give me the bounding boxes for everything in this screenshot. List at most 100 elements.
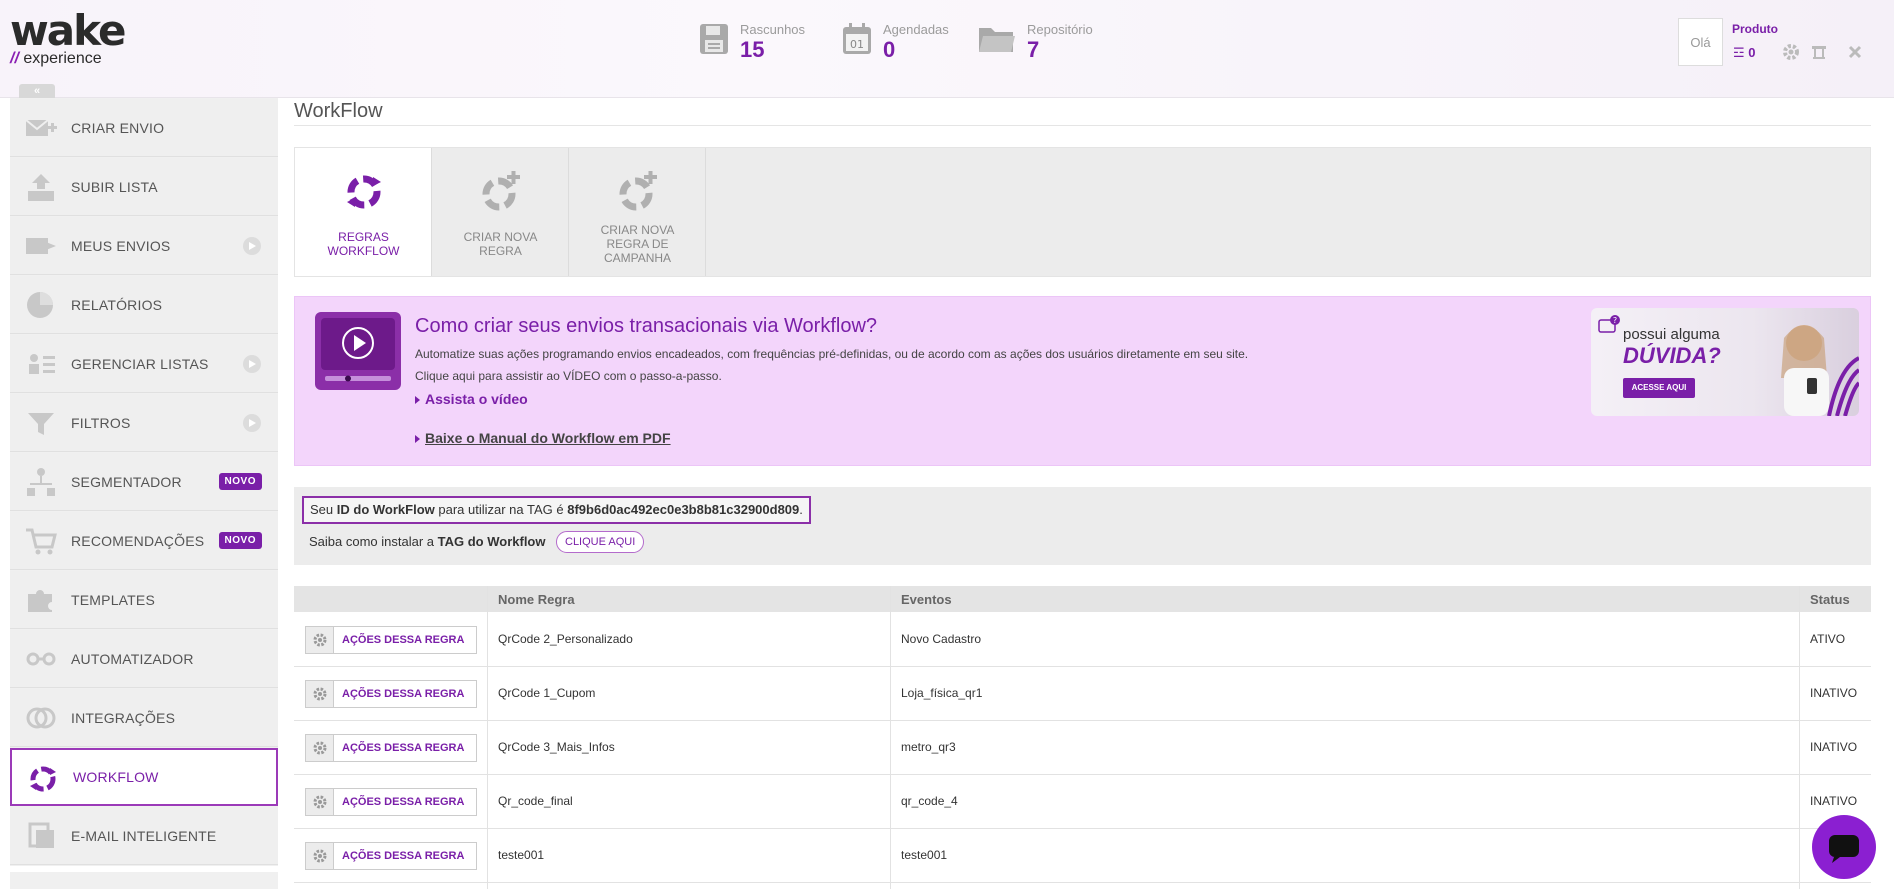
calendar-icon: 01: [843, 23, 871, 54]
tab-label: REGRAS WORKFLOW: [327, 230, 400, 258]
video-thumbnail[interactable]: [315, 312, 401, 390]
rss-count: 0: [1748, 45, 1756, 60]
gear-icon: [306, 843, 334, 869]
monitor-icon[interactable]: [1810, 43, 1828, 61]
product-label[interactable]: Produto: [1732, 22, 1778, 36]
svg-text:01: 01: [850, 38, 864, 51]
rule-status: INATIVO: [1810, 686, 1858, 700]
ad-doubt-title: DÚVIDA?: [1623, 343, 1721, 368]
workflow-add-icon: [482, 171, 520, 211]
users-list-icon: [29, 354, 55, 374]
woman-with-phone-illustration: [1781, 325, 1859, 416]
expand-arrow-icon[interactable]: [243, 236, 261, 255]
table-header: Nome Regra Eventos Status: [294, 586, 1871, 612]
rule-status: INATIVO: [1810, 740, 1858, 754]
rule-actions-button[interactable]: AÇÕES DESSA REGRA: [305, 734, 477, 762]
table-row: AÇÕES DESSA REGRA QrCode 3_Mais_Infos me…: [294, 721, 1871, 775]
sidebar-item-segmentador[interactable]: SEGMENTADOR NOVO: [10, 453, 278, 511]
sidebar-item-workflow[interactable]: WORKFLOW: [10, 748, 278, 806]
ad-access-button[interactable]: ACESSE AQUI: [1623, 378, 1695, 398]
stat-repositorio[interactable]: Repositório 7: [977, 22, 1093, 66]
stat-value: 7: [1027, 37, 1040, 62]
sidebar-item-automatizador[interactable]: AUTOMATIZADOR: [10, 630, 278, 688]
sidebar-item-filtros[interactable]: FILTROS: [10, 394, 278, 452]
watch-video-link[interactable]: Assista o vídeo: [415, 391, 528, 407]
new-badge: NOVO: [218, 473, 262, 490]
sidebar-item-integracoes[interactable]: INTEGRAÇÕES: [10, 689, 278, 747]
sidebar-item-email-inteligente[interactable]: E-MAIL INTELIGENTE: [10, 807, 278, 865]
banner-video-hint: Clique aqui para assistir ao VÍDEO com o…: [415, 369, 722, 383]
sidebar-item-gerenciar-listas[interactable]: GERENCIAR LISTAS: [10, 335, 278, 393]
sidebar-item-subir-lista[interactable]: SUBIR LISTA: [10, 158, 278, 216]
gear-icon: [306, 735, 334, 761]
rss-icon: ☲: [1733, 45, 1745, 60]
gear-icon[interactable]: [1782, 43, 1800, 61]
column-divider: [890, 586, 891, 889]
smart-email-icon: [28, 822, 54, 848]
user-greeting[interactable]: Olá: [1678, 18, 1723, 66]
page-title: WorkFlow: [294, 100, 383, 122]
sidebar-item-label: INTEGRAÇÕES: [71, 709, 176, 726]
tab-criar-nova-regra-campanha[interactable]: CRIAR NOVA REGRA DE CAMPANHA: [569, 148, 706, 276]
sidebar-item-criar-envio[interactable]: CRIAR ENVIO: [10, 99, 278, 157]
rule-events: Loja_física_qr1: [901, 686, 983, 700]
upload-list-icon: [28, 174, 54, 201]
pie-chart-icon: [27, 292, 53, 318]
rss-counter[interactable]: ☲ 0: [1733, 45, 1756, 61]
tab-regras-workflow[interactable]: REGRAS WORKFLOW: [295, 148, 432, 276]
stat-label: Rascunhos: [740, 22, 806, 37]
rule-actions-button[interactable]: AÇÕES DESSA REGRA: [305, 626, 477, 654]
rings-icon: [26, 707, 56, 729]
sidebar-collapse-button[interactable]: «: [19, 84, 55, 98]
title-divider: [294, 125, 1871, 126]
rule-events: qr_code_4: [901, 794, 958, 808]
workflow-icon: [347, 175, 381, 209]
table-row: AÇÕES DESSA REGRA Qr_code_final qr_code_…: [294, 775, 1871, 829]
expand-arrow-icon[interactable]: [243, 413, 261, 432]
new-badge: NOVO: [218, 532, 262, 549]
tab-criar-nova-regra[interactable]: CRIAR NOVA REGRA: [432, 148, 569, 276]
sidebar-item-relatorios[interactable]: RELATÓRIOS: [10, 276, 278, 334]
rule-events: Novo Cadastro: [901, 632, 982, 646]
sidebar-item-meus-envios[interactable]: MEUS ENVIOS: [10, 217, 278, 275]
folder-icon: [979, 28, 1015, 52]
clique-aqui-button[interactable]: CLIQUE AQUI: [556, 531, 645, 553]
sidebar-item-templates[interactable]: TEMPLATES: [10, 571, 278, 629]
sidebar-item-label: AUTOMATIZADOR: [71, 650, 194, 667]
workflow-id-value[interactable]: 8f9b6d0ac492ec0e3b8b81c32900d809: [567, 502, 799, 517]
workflow-icon: [30, 766, 56, 792]
column-divider: [487, 586, 488, 889]
gear-icon: [306, 627, 334, 653]
column-header-name[interactable]: Nome Regra: [498, 592, 575, 607]
close-icon[interactable]: [1846, 43, 1864, 61]
table-row: AÇÕES DESSA REGRA QrCode 2_Personalizado…: [294, 613, 1871, 667]
rule-actions-button[interactable]: AÇÕES DESSA REGRA: [305, 788, 477, 816]
logo-wordmark: wake: [10, 6, 126, 55]
workflow-id-line: Seu ID do WorkFlow para utilizar na TAG …: [302, 496, 811, 524]
stat-agendadas[interactable]: 01 Agendadas 0: [841, 22, 949, 66]
column-header-status[interactable]: Status: [1810, 592, 1850, 607]
sidebar-item-label: RECOMENDAÇÕES: [71, 532, 205, 549]
help-ad-banner[interactable]: ? possui alguma DÚVIDA? ACESSE AQUI: [1591, 308, 1859, 416]
floppy-icon: [700, 24, 728, 54]
caret-right-icon: [415, 396, 420, 405]
wake-logo[interactable]: wake // experience: [10, 10, 130, 70]
expand-arrow-icon[interactable]: [243, 354, 261, 373]
table-row: AÇÕES DESSA REGRA QrCode 1_Cupom Loja_fí…: [294, 667, 1871, 721]
stat-rascunhos[interactable]: Rascunhos 15: [698, 22, 805, 66]
workflow-tabs: REGRAS WORKFLOW CRIAR NOVA REGRA CRIAR NOV…: [294, 147, 1871, 277]
sidebar-item-label: FILTROS: [71, 414, 131, 431]
rule-status: INATIVO: [1810, 794, 1858, 808]
chat-widget-button[interactable]: [1812, 815, 1876, 879]
logo-slashes: //: [10, 50, 19, 67]
rule-actions-button[interactable]: AÇÕES DESSA REGRA: [305, 680, 477, 708]
rule-actions-button[interactable]: AÇÕES DESSA REGRA: [305, 842, 477, 870]
sidebar-item-label: SEGMENTADOR: [71, 473, 182, 490]
sidebar-item-recomendacoes[interactable]: RECOMENDAÇÕES NOVO: [10, 512, 278, 570]
column-header-events[interactable]: Eventos: [901, 592, 952, 607]
gear-icon: [306, 681, 334, 707]
download-pdf-link[interactable]: Baixe o Manual do Workflow em PDF: [415, 430, 671, 446]
tag-install-hint: Saiba como instalar a TAG do Workflow: [309, 534, 546, 549]
rule-name: teste001: [498, 848, 545, 862]
sidebar-item-label: E-MAIL INTELIGENTE: [71, 827, 217, 844]
